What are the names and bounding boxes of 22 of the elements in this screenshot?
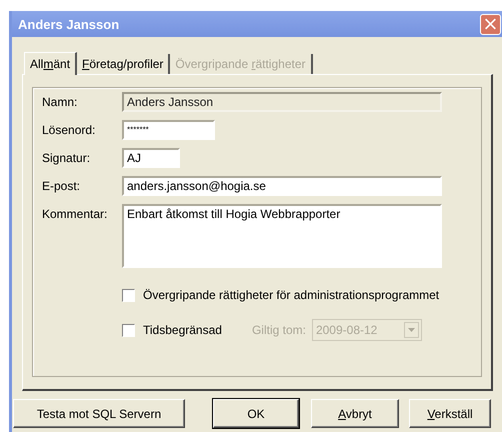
field-label: Namn: [42, 94, 78, 109]
input-field[interactable]: AJ [122, 148, 180, 168]
checkbox[interactable] [122, 288, 135, 302]
checkbox-label: Tidsbegränsad [143, 323, 222, 337]
password-field[interactable]: ******* [122, 120, 215, 140]
window-title: Anders Jansson [18, 16, 120, 32]
comment-field[interactable]: Enbart åtkomst till Hogia Webbrapporter [122, 204, 442, 268]
field-label: Kommentar: [42, 206, 108, 221]
field-label: Signatur: [42, 150, 92, 165]
field-label: Giltig tom: [252, 323, 306, 337]
button[interactable]: OK [213, 399, 299, 428]
button[interactable]: Verkställ [409, 399, 491, 428]
tab[interactable]: Allmänt [24, 52, 78, 75]
field-label: Lösenord: [42, 122, 96, 137]
checkbox[interactable] [122, 324, 135, 336]
caret-icon [408, 328, 415, 332]
button[interactable]: Avbryt [311, 399, 399, 428]
input-field[interactable]: anders.jansson@hogia.se [122, 176, 442, 196]
input-field[interactable]: Anders Jansson [122, 92, 442, 112]
field-label: E-post: [42, 178, 82, 193]
button[interactable]: Testa mot SQL Servern [13, 399, 185, 428]
checkbox-label: Övergripande rättigheter för administrationsprogrammet [143, 288, 440, 302]
